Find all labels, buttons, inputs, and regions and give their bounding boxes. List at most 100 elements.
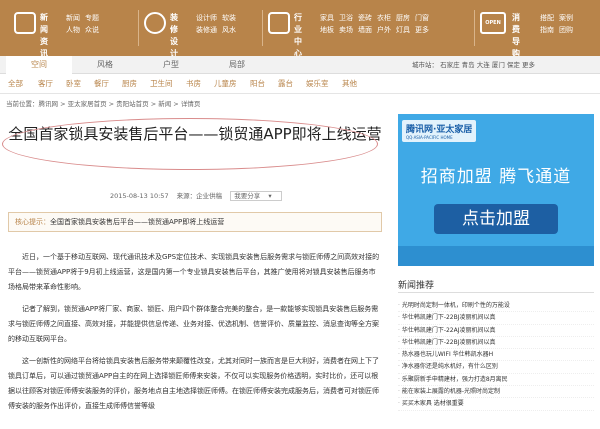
- article-paragraph: 记者了解到，锁贸通APP将厂家、商家、锁匠、用户四个群体整合完美的整合，是一款能…: [8, 305, 379, 343]
- nav-link[interactable]: 卫浴: [339, 14, 353, 22]
- category-link[interactable]: 娱乐室: [306, 74, 329, 94]
- tab-style[interactable]: 风格: [72, 56, 138, 74]
- filter-tab-row: 空间 风格 户型 局部 城市站： 石家庄 青岛 大连 厦门 保定 更多: [0, 56, 600, 74]
- city-label: 城市站：: [412, 61, 438, 69]
- nav-link[interactable]: 更多: [415, 26, 429, 34]
- tip-text: 全国首家锁具安装售后平台——锁贸通APP即将上线运营: [50, 218, 225, 226]
- nav-link[interactable]: 厨房: [396, 14, 410, 22]
- tab-space[interactable]: 空间: [6, 56, 72, 74]
- nav-link[interactable]: 灯具: [396, 26, 410, 34]
- list-item[interactable]: 华仕韩凯建门下-22BJ凌丽机间以真: [398, 337, 594, 350]
- category-link[interactable]: 全部: [8, 74, 23, 94]
- city-link[interactable]: 厦门: [492, 61, 505, 69]
- article-paragraph: 近日，一个基于移动互联网、现代通讯技术及GPS定位技术、实现锁具安装售后服务需求…: [8, 253, 380, 291]
- breadcrumb: 当前位置：腾讯网 > 亚太家居首页 > 贵阳站首页 > 新闻 > 详情页: [6, 100, 201, 108]
- nav-link[interactable]: 软装: [222, 14, 236, 22]
- nav-link[interactable]: 风水: [222, 26, 236, 34]
- nav-link[interactable]: 家具: [320, 14, 334, 22]
- nav-link[interactable]: 人物: [66, 26, 80, 34]
- category-link[interactable]: 厨房: [122, 74, 137, 94]
- nav-head-line[interactable]: 新闻: [40, 12, 48, 36]
- nav-link[interactable]: 众说: [85, 26, 99, 34]
- sofa-icon: [268, 12, 290, 34]
- news-recommend-title: 新闻推荐: [398, 281, 435, 291]
- list-item[interactable]: 买买木家具 选材很重要: [398, 398, 594, 411]
- join-button[interactable]: 点击加盟: [434, 204, 558, 234]
- brand-logo: 腾讯网·亚太家居 QQ·ASIA-PACIFIC HOME: [402, 120, 477, 142]
- nav-divider: [138, 10, 139, 46]
- nav-links-industry: 家具 卫浴 瓷砖 衣柜 厨房 门窗 地板 卖场 墙面 户外 灯具 更多: [320, 12, 434, 36]
- nav-links-decor: 设计师 软装 装修通 风水: [196, 12, 241, 36]
- nav-link[interactable]: 设计师: [196, 14, 217, 22]
- article-source: 来源：企业供稿: [176, 192, 223, 200]
- category-link[interactable]: 其他: [342, 74, 357, 94]
- nav-link[interactable]: 地板: [320, 26, 334, 34]
- share-dropdown[interactable]: 我要分享 ▾: [230, 191, 282, 201]
- city-more-link[interactable]: 更多: [522, 61, 535, 69]
- news-icon: [14, 12, 36, 34]
- article-meta: 2015-08-13 10:57 来源：企业供稿 我要分享 ▾: [110, 190, 288, 201]
- category-link[interactable]: 书房: [186, 74, 201, 94]
- tab-layout[interactable]: 户型: [138, 56, 204, 74]
- list-item[interactable]: 乐聚厨新手申精建材，强力打造8月离民: [398, 374, 594, 387]
- top-nav-bar: 新闻 资讯 新闻 专题 人物 众说 装修 设计 设计师 软装 装修通 风水 行业 中心 …: [0, 0, 600, 58]
- nav-links-consume: 搭配 案例 指南 团购: [540, 12, 578, 36]
- nav-head-line[interactable]: 行业: [294, 12, 302, 36]
- city-link[interactable]: 保定: [507, 61, 520, 69]
- nav-head-line[interactable]: 消费: [512, 12, 520, 36]
- list-item[interactable]: 华仕韩凯建门下-22AJ凌丽机间以真: [398, 325, 594, 337]
- nav-link[interactable]: 门窗: [415, 14, 429, 22]
- open-sign-icon: OPEN: [480, 12, 506, 34]
- category-link[interactable]: 阳台: [250, 74, 265, 94]
- brand-logo-sub: QQ·ASIA-PACIFIC HOME: [406, 135, 453, 140]
- category-link[interactable]: 露台: [278, 74, 293, 94]
- nav-head-decor[interactable]: 装修 设计: [170, 12, 178, 60]
- chevron-down-icon: ▾: [268, 192, 272, 200]
- city-link[interactable]: 青岛: [462, 61, 475, 69]
- promo-footer-band: [398, 246, 594, 266]
- category-link[interactable]: 餐厅: [94, 74, 109, 94]
- nav-head-line[interactable]: 装修: [170, 12, 178, 36]
- key-tip-box: 核心提示：全国首家锁具安装售后平台——锁贸通APP即将上线运营: [8, 212, 382, 232]
- nav-link[interactable]: 指南: [540, 26, 554, 34]
- news-divider: [398, 292, 594, 293]
- nav-link[interactable]: 案例: [559, 14, 573, 22]
- list-item[interactable]: 热水器也玩儿WIFI 华仕韩凯水器H: [398, 349, 594, 362]
- category-link[interactable]: 儿童房: [214, 74, 237, 94]
- list-item[interactable]: 能在家装上展露的机器-光照时尚定制: [398, 386, 594, 399]
- category-link[interactable]: 卧室: [66, 74, 81, 94]
- nav-link[interactable]: 卖场: [339, 26, 353, 34]
- article-paragraph: 这一创新性的网络平台将给锁具安装售后服务带来颠覆性改变，尤其对同时一族而言是巨大…: [8, 357, 379, 410]
- city-link[interactable]: 大连: [477, 61, 490, 69]
- nav-link[interactable]: 墙面: [358, 26, 372, 34]
- list-item[interactable]: 华仕韩凯建门下-22BJ凌丽机间以真: [398, 312, 594, 325]
- nav-head-industry[interactable]: 行业 中心: [294, 12, 302, 60]
- category-link[interactable]: 卫生间: [150, 74, 173, 94]
- news-list: 光明时尚定制一体机，印刷个性的万能设 华仕韩凯建门下-22BJ凌丽机间以真 华仕…: [398, 300, 594, 411]
- nav-link[interactable]: 团购: [559, 26, 573, 34]
- nav-link[interactable]: 装修通: [196, 26, 217, 34]
- promo-banner[interactable]: 腾讯网·亚太家居 QQ·ASIA-PACIFIC HOME 招商加盟 腾飞通道 …: [398, 114, 594, 266]
- nav-link[interactable]: 衣柜: [377, 14, 391, 22]
- title-highlight-ellipse: [2, 118, 378, 170]
- nav-link[interactable]: 瓷砖: [358, 14, 372, 22]
- nav-divider: [474, 10, 475, 46]
- nav-head-news[interactable]: 新闻 资讯: [40, 12, 48, 60]
- nav-link[interactable]: 户外: [377, 26, 391, 34]
- list-item[interactable]: 净水器你还是纯水机好，有什么区别: [398, 361, 594, 374]
- city-link[interactable]: 石家庄: [440, 61, 460, 69]
- list-item[interactable]: 光明时尚定制一体机，印刷个性的万能设: [398, 300, 594, 313]
- article-date: 2015-08-13 10:57: [110, 192, 169, 200]
- nav-links-news: 新闻 专题 人物 众说: [66, 12, 104, 36]
- city-station: 城市站： 石家庄 青岛 大连 厦门 保定 更多: [412, 56, 535, 74]
- tab-partial[interactable]: 局部: [204, 56, 270, 74]
- nav-head-consume[interactable]: 消费 导购: [512, 12, 520, 60]
- nav-link[interactable]: 专题: [85, 14, 99, 22]
- category-link[interactable]: 客厅: [38, 74, 53, 94]
- tip-label: 核心提示：: [15, 218, 50, 226]
- promo-headline: 招商加盟 腾飞通道: [420, 167, 572, 187]
- nav-link[interactable]: 新闻: [66, 14, 80, 22]
- gear-icon: [144, 12, 166, 34]
- share-label: 我要分享: [234, 192, 261, 200]
- nav-link[interactable]: 搭配: [540, 14, 554, 22]
